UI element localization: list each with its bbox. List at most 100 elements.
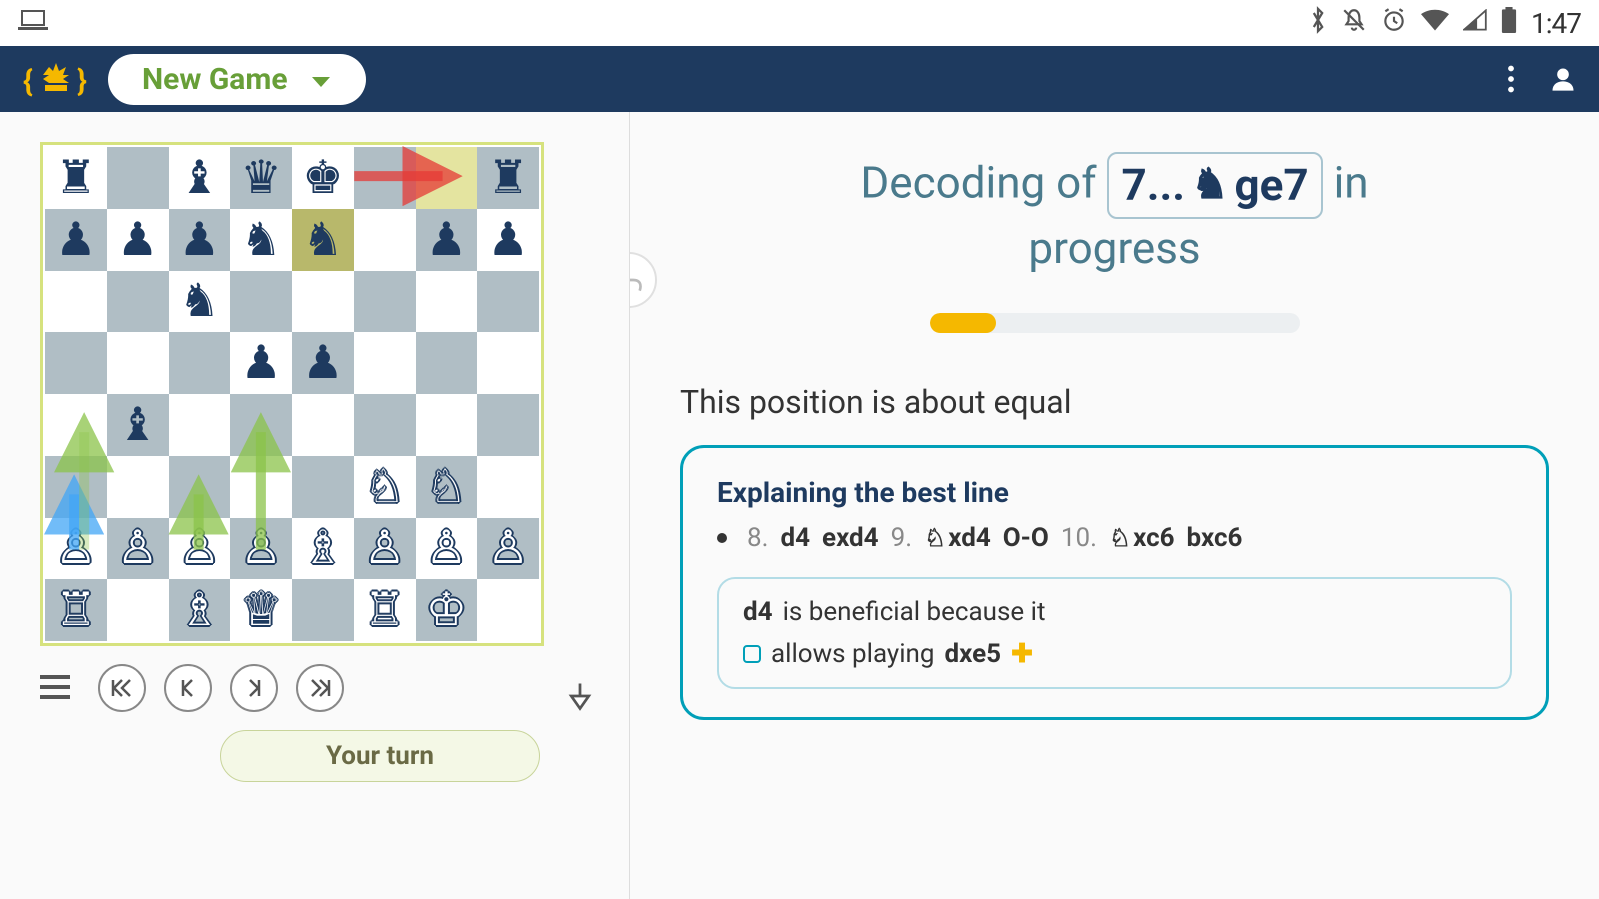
square-e8[interactable]: ♚: [292, 147, 354, 209]
move-number: 10.: [1061, 523, 1097, 553]
square-a7[interactable]: ♟: [45, 209, 107, 271]
square-c2[interactable]: ♙: [169, 518, 231, 580]
new-game-button[interactable]: New Game: [108, 54, 366, 105]
app-logo[interactable]: { }: [16, 57, 96, 101]
flip-board-button[interactable]: [567, 681, 593, 719]
square-h7[interactable]: ♟: [477, 209, 539, 271]
square-f4[interactable]: [354, 394, 416, 456]
square-g7[interactable]: ♟: [416, 209, 478, 271]
move-explanation-box: d4 is beneficial because it allows playi…: [717, 577, 1512, 689]
square-e3[interactable]: [292, 456, 354, 518]
move[interactable]: d4: [780, 523, 810, 553]
square-c1[interactable]: ♗: [169, 579, 231, 641]
square-g3[interactable]: ♘: [416, 456, 478, 518]
square-c7[interactable]: ♟: [169, 209, 231, 271]
best-line-moves: 8.d4exd49.♘xd4O-O10.♘xc6bxc6: [717, 523, 1512, 553]
square-e5[interactable]: ♟: [292, 332, 354, 394]
square-c4[interactable]: [169, 394, 231, 456]
android-status-bar: 1:47: [0, 0, 1599, 46]
square-g6[interactable]: [416, 271, 478, 333]
square-c6[interactable]: ♞: [169, 271, 231, 333]
square-f7[interactable]: [354, 209, 416, 271]
square-b1[interactable]: [107, 579, 169, 641]
square-d1[interactable]: ♕: [230, 579, 292, 641]
square-d2[interactable]: ♙: [230, 518, 292, 580]
decode-tab[interactable]: DECODE: [336, 54, 563, 105]
silent-icon: [1341, 7, 1367, 39]
square-d6[interactable]: [230, 271, 292, 333]
square-h5[interactable]: [477, 332, 539, 394]
benefit-reason-row[interactable]: allows playing dxe5 ✚: [743, 639, 1486, 669]
square-b2[interactable]: ♙: [107, 518, 169, 580]
svg-text:}: }: [77, 64, 87, 99]
square-d5[interactable]: ♟: [230, 332, 292, 394]
square-f8[interactable]: [354, 147, 416, 209]
square-b7[interactable]: ♟: [107, 209, 169, 271]
square-f2[interactable]: ♙: [354, 518, 416, 580]
profile-icon[interactable]: [1543, 59, 1583, 99]
square-a2[interactable]: ♙: [45, 518, 107, 580]
square-b5[interactable]: [107, 332, 169, 394]
square-a8[interactable]: ♜: [45, 147, 107, 209]
square-d7[interactable]: ♞: [230, 209, 292, 271]
alarm-icon: [1381, 7, 1407, 39]
prev-move-button[interactable]: [164, 664, 212, 712]
square-g1[interactable]: ♔: [416, 579, 478, 641]
square-c8[interactable]: ♝: [169, 147, 231, 209]
square-h2[interactable]: ♙: [477, 518, 539, 580]
square-b4[interactable]: ♝: [107, 394, 169, 456]
move[interactable]: bxc6: [1187, 523, 1243, 553]
square-b3[interactable]: [107, 456, 169, 518]
move[interactable]: exd4: [822, 523, 879, 553]
progress-bar: [930, 313, 1300, 333]
plus-icon[interactable]: ✚: [1011, 639, 1033, 669]
square-f6[interactable]: [354, 271, 416, 333]
square-f5[interactable]: [354, 332, 416, 394]
square-a5[interactable]: [45, 332, 107, 394]
square-a4[interactable]: [45, 394, 107, 456]
square-g4[interactable]: [416, 394, 478, 456]
chess-board[interactable]: ♜♝♛♚♜♟♟♟♞♞♟♟♞♟♟♝♘♘♙♙♙♙♗♙♙♙♖♗♕♖♔: [40, 142, 544, 646]
menu-icon[interactable]: [40, 669, 80, 707]
square-e6[interactable]: [292, 271, 354, 333]
square-d3[interactable]: [230, 456, 292, 518]
signal-icon: [1463, 9, 1487, 37]
square-c3[interactable]: [169, 456, 231, 518]
move[interactable]: ♘xd4: [924, 523, 991, 553]
square-g5[interactable]: [416, 332, 478, 394]
square-h3[interactable]: [477, 456, 539, 518]
square-b8[interactable]: [107, 147, 169, 209]
move[interactable]: ♘xc6: [1109, 523, 1175, 553]
svg-text:{: {: [23, 64, 33, 99]
square-e4[interactable]: [292, 394, 354, 456]
laptop-icon: [18, 9, 48, 37]
benefit-move[interactable]: d4: [743, 597, 773, 627]
next-move-button[interactable]: [230, 664, 278, 712]
square-b6[interactable]: [107, 271, 169, 333]
square-c5[interactable]: [169, 332, 231, 394]
square-d4[interactable]: [230, 394, 292, 456]
square-g8[interactable]: [416, 147, 478, 209]
square-a6[interactable]: [45, 271, 107, 333]
square-h4[interactable]: [477, 394, 539, 456]
first-move-button[interactable]: [98, 664, 146, 712]
move[interactable]: O-O: [1003, 523, 1049, 553]
square-e2[interactable]: ♗: [292, 518, 354, 580]
square-f1[interactable]: ♖: [354, 579, 416, 641]
square-e1[interactable]: [292, 579, 354, 641]
checkbox-icon[interactable]: [743, 645, 761, 663]
last-move-button[interactable]: [296, 664, 344, 712]
decoding-title: Decoding of 7... ♞ge7 in progress: [680, 152, 1549, 279]
square-h1[interactable]: [477, 579, 539, 641]
more-icon[interactable]: [1491, 59, 1531, 99]
square-e7[interactable]: ♞: [292, 209, 354, 271]
square-f3[interactable]: ♘: [354, 456, 416, 518]
square-a3[interactable]: [45, 456, 107, 518]
square-a1[interactable]: ♖: [45, 579, 107, 641]
board-controls: [40, 664, 609, 712]
square-g2[interactable]: ♙: [416, 518, 478, 580]
square-h6[interactable]: [477, 271, 539, 333]
back-button[interactable]: [630, 252, 657, 308]
square-d8[interactable]: ♛: [230, 147, 292, 209]
square-h8[interactable]: ♜: [477, 147, 539, 209]
